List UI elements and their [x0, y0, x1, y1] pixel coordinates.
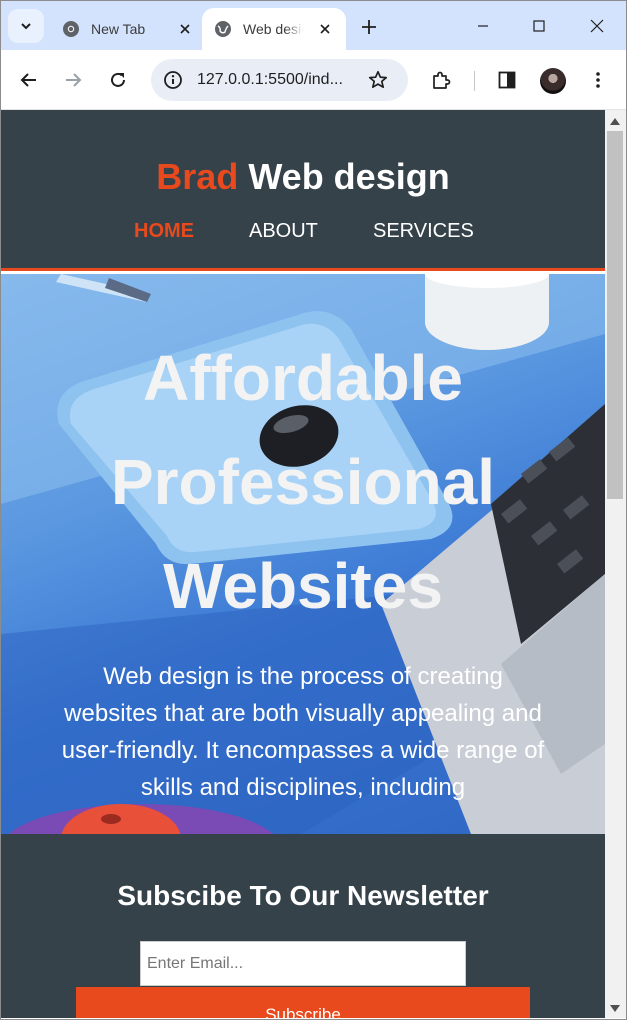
site-header: Brad Web design HOME ABOUT SERVICES	[1, 110, 605, 271]
newsletter-title: Subscibe To Our Newsletter	[117, 880, 489, 911]
url-text[interactable]: 127.0.0.1:5500/ind...	[197, 71, 343, 89]
tab-title: New Tab	[91, 21, 146, 37]
minimize-button[interactable]	[463, 8, 503, 44]
back-button[interactable]	[12, 63, 46, 97]
hero-title-line: Affordable	[143, 342, 463, 414]
side-panel-icon	[498, 71, 516, 89]
nav-about[interactable]: ABOUT	[249, 220, 318, 243]
address-bar[interactable]: 127.0.0.1:5500/ind...	[151, 59, 408, 101]
tab-title: Web design	[243, 21, 303, 37]
minimize-icon	[478, 25, 488, 27]
forward-button[interactable]	[56, 63, 90, 97]
site-info-icon[interactable]	[161, 68, 185, 92]
hero-title: Affordable Professional Websites	[61, 326, 545, 638]
hero-title-line: Professional	[110, 446, 496, 518]
menu-button[interactable]	[581, 63, 615, 97]
plus-icon	[362, 20, 376, 34]
logo-text: Web design	[248, 156, 450, 197]
close-window-button[interactable]	[577, 8, 617, 44]
more-vertical-icon	[596, 72, 600, 88]
extensions-button[interactable]	[424, 63, 458, 97]
bookmark-star-icon[interactable]	[365, 68, 391, 92]
browser-toolbar: 127.0.0.1:5500/ind...	[0, 50, 627, 110]
new-tab-button[interactable]	[354, 13, 384, 41]
site-logo[interactable]: Brad Web design	[1, 156, 605, 198]
email-field[interactable]	[140, 941, 466, 986]
globe-icon	[214, 20, 232, 38]
vertical-scrollbar[interactable]	[605, 110, 626, 1018]
reload-button[interactable]	[101, 63, 135, 97]
subscribe-button[interactable]: Subscribe	[76, 987, 530, 1018]
maximize-icon	[533, 20, 545, 32]
toolbar-divider	[474, 71, 475, 91]
tab-search-button[interactable]	[8, 9, 44, 43]
hero-section: Affordable Professional Websites Web des…	[1, 274, 605, 834]
tab-strip: New Tab Web design	[0, 0, 627, 50]
page-viewport: Brad Web design HOME ABOUT SERVICES Affo…	[1, 110, 605, 1018]
close-icon	[590, 19, 604, 33]
logo-accent: Brad	[156, 156, 239, 197]
chrome-icon	[62, 20, 80, 38]
close-tab-icon[interactable]	[175, 19, 195, 39]
hero-description: Web design is the process of creating we…	[61, 663, 545, 801]
newsletter-section: Subscibe To Our Newsletter Subscribe	[1, 834, 605, 1018]
nav-home[interactable]: HOME	[134, 220, 194, 243]
scroll-up-icon[interactable]	[610, 118, 620, 125]
tab-web-design[interactable]: Web design	[202, 8, 346, 50]
arrow-left-icon	[20, 73, 36, 87]
tab-new-tab[interactable]: New Tab	[50, 8, 196, 50]
scrollbar-thumb[interactable]	[607, 131, 623, 499]
scroll-down-icon[interactable]	[610, 1005, 620, 1012]
hero-title-line: Websites	[163, 550, 443, 622]
profile-avatar[interactable]	[540, 68, 566, 94]
chevron-down-icon	[21, 23, 31, 30]
close-tab-icon[interactable]	[315, 19, 335, 39]
side-panel-button[interactable]	[490, 63, 524, 97]
arrow-right-icon	[66, 73, 82, 87]
maximize-button[interactable]	[519, 8, 559, 44]
nav-services[interactable]: SERVICES	[373, 220, 474, 243]
reload-icon	[111, 72, 125, 87]
puzzle-icon	[433, 71, 451, 89]
